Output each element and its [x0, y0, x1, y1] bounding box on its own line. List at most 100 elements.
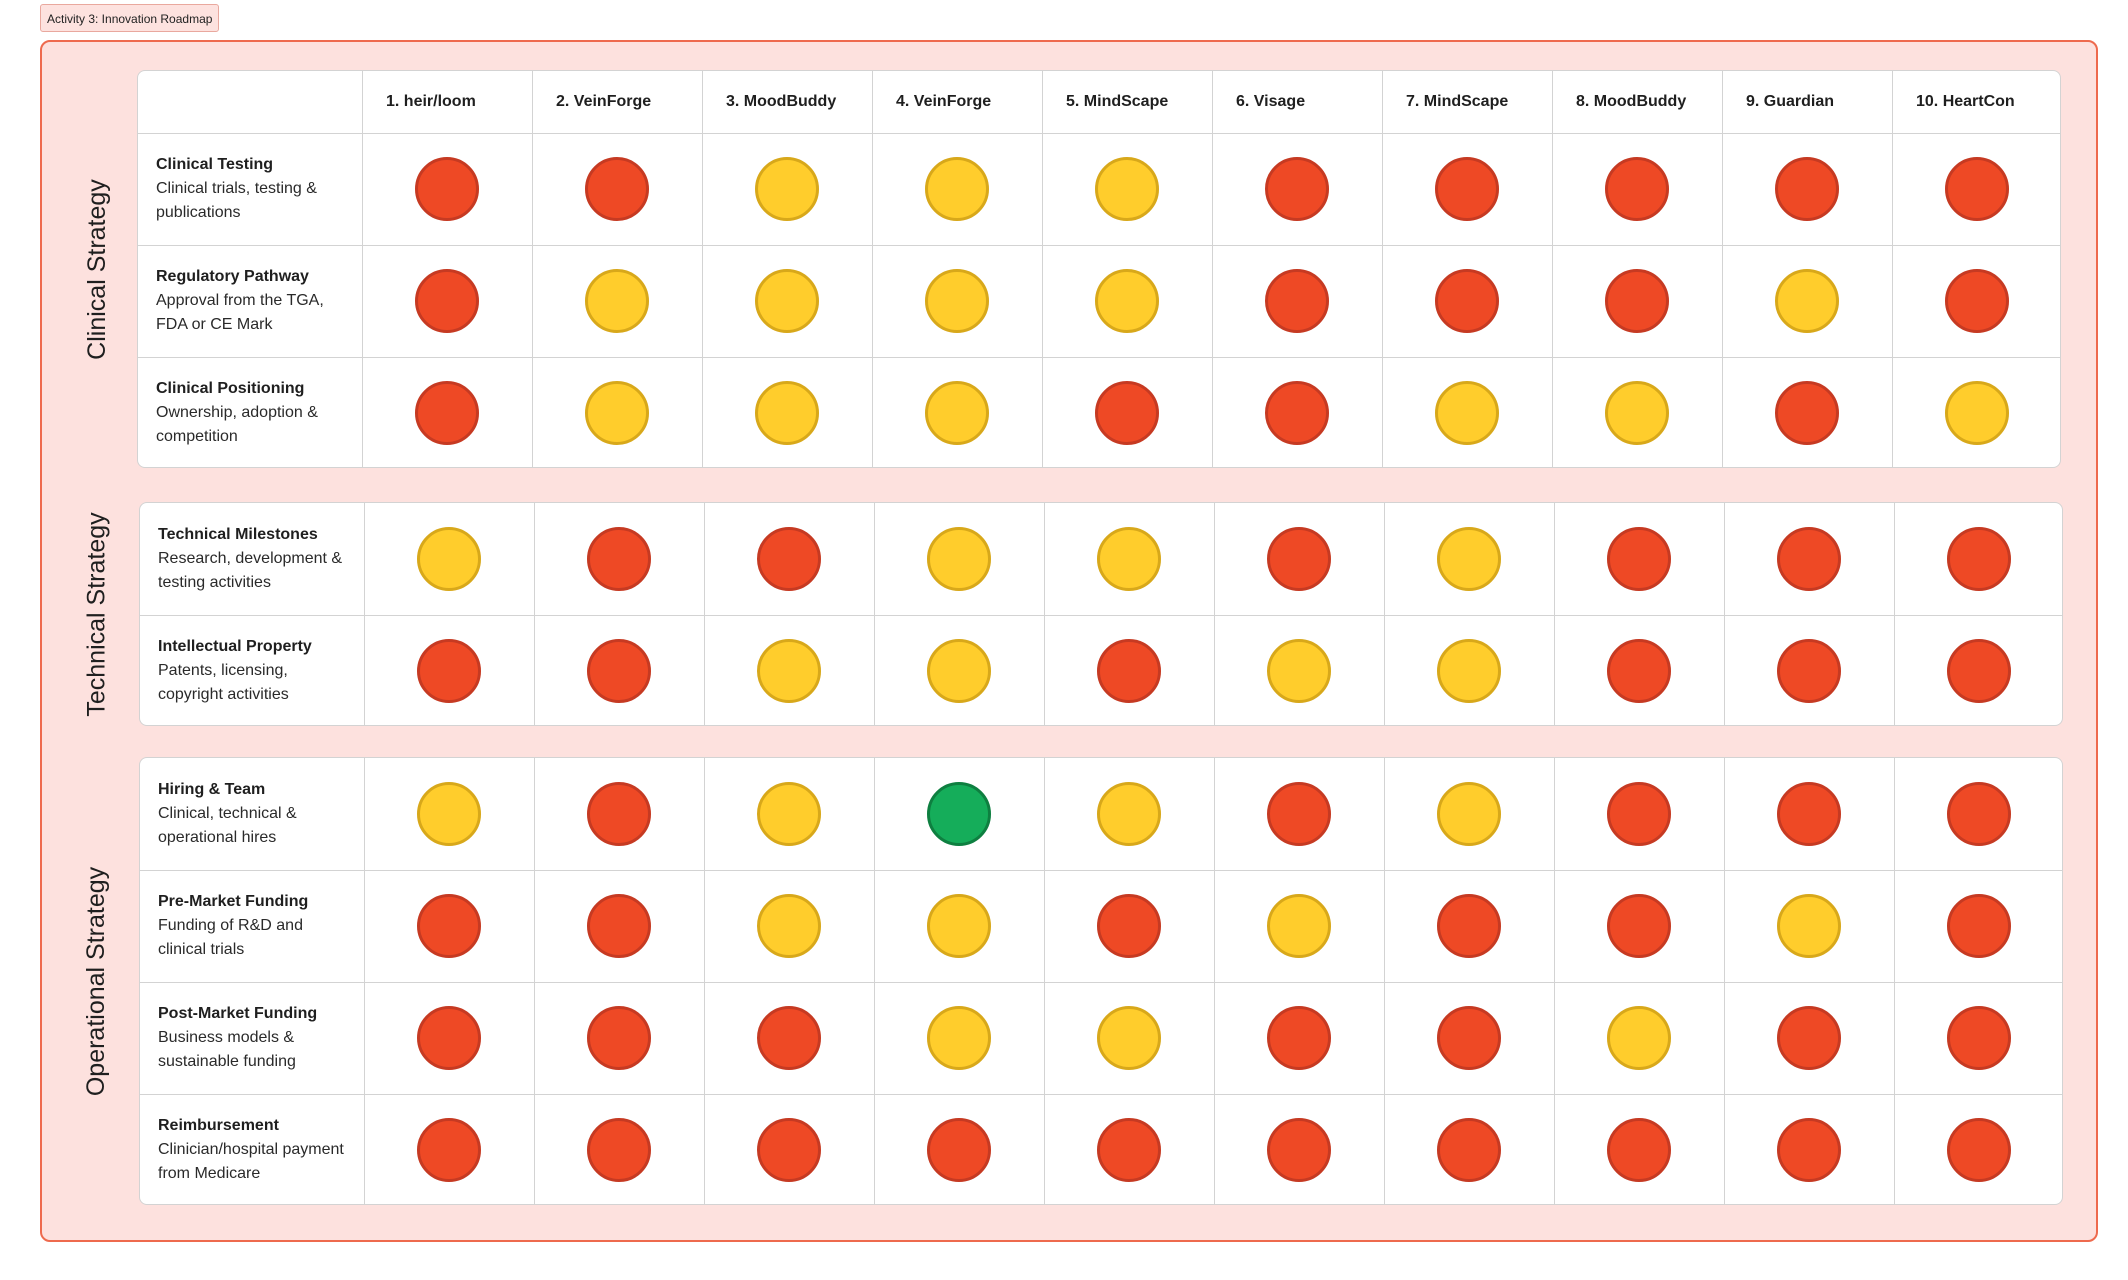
status-cell[interactable] [534, 1094, 704, 1204]
status-dot-red[interactable] [1947, 639, 2011, 703]
status-cell[interactable] [532, 357, 702, 467]
status-dot-red[interactable] [1267, 1006, 1331, 1070]
column-header[interactable]: 3. MoodBuddy [702, 71, 872, 133]
status-dot-yellow[interactable] [927, 894, 991, 958]
status-dot-red[interactable] [1437, 1118, 1501, 1182]
status-cell[interactable] [1214, 503, 1384, 615]
status-dot-yellow[interactable] [1097, 1006, 1161, 1070]
status-cell[interactable] [874, 870, 1044, 982]
status-dot-yellow[interactable] [417, 782, 481, 846]
frame-label[interactable]: Activity 3: Innovation Roadmap [40, 4, 220, 32]
column-header[interactable]: 8. MoodBuddy [1552, 71, 1722, 133]
status-dot-yellow[interactable] [585, 381, 649, 445]
status-dot-yellow[interactable] [1437, 639, 1501, 703]
status-cell[interactable] [872, 245, 1042, 357]
status-dot-yellow[interactable] [1097, 782, 1161, 846]
status-dot-red[interactable] [1265, 381, 1329, 445]
status-cell[interactable] [1892, 245, 2060, 357]
status-dot-red[interactable] [1267, 527, 1331, 591]
status-cell[interactable] [1724, 1094, 1894, 1204]
status-dot-red[interactable] [1607, 1118, 1671, 1182]
status-dot-red[interactable] [1607, 639, 1671, 703]
status-dot-red[interactable] [927, 1118, 991, 1182]
status-dot-red[interactable] [1097, 1118, 1161, 1182]
status-cell[interactable] [872, 133, 1042, 245]
status-cell[interactable] [1892, 133, 2060, 245]
status-cell[interactable] [872, 357, 1042, 467]
status-dot-yellow[interactable] [417, 527, 481, 591]
status-cell[interactable] [1214, 615, 1384, 725]
status-cell[interactable] [1212, 133, 1382, 245]
status-cell[interactable] [1384, 758, 1554, 870]
status-cell[interactable] [1042, 133, 1212, 245]
status-cell[interactable] [532, 133, 702, 245]
status-cell[interactable] [704, 870, 874, 982]
status-cell[interactable] [364, 982, 534, 1094]
status-cell[interactable] [1382, 133, 1552, 245]
status-dot-yellow[interactable] [585, 269, 649, 333]
status-cell[interactable] [1214, 758, 1384, 870]
status-dot-red[interactable] [1097, 894, 1161, 958]
status-cell[interactable] [1044, 870, 1214, 982]
status-dot-red[interactable] [1777, 1006, 1841, 1070]
status-dot-red[interactable] [1777, 1118, 1841, 1182]
status-cell[interactable] [1894, 982, 2062, 1094]
status-cell[interactable] [1212, 357, 1382, 467]
status-dot-red[interactable] [1267, 1118, 1331, 1182]
status-cell[interactable] [702, 133, 872, 245]
status-cell[interactable] [534, 870, 704, 982]
status-cell[interactable] [1384, 615, 1554, 725]
status-dot-red[interactable] [1775, 157, 1839, 221]
status-cell[interactable] [364, 1094, 534, 1204]
status-cell[interactable] [1214, 870, 1384, 982]
status-dot-red[interactable] [587, 1006, 651, 1070]
status-cell[interactable] [1894, 870, 2062, 982]
status-cell[interactable] [874, 758, 1044, 870]
status-cell[interactable] [1894, 615, 2062, 725]
status-cell[interactable] [1554, 982, 1724, 1094]
status-dot-red[interactable] [1947, 527, 2011, 591]
status-cell[interactable] [1552, 133, 1722, 245]
status-dot-red[interactable] [1945, 157, 2009, 221]
status-dot-yellow[interactable] [1607, 1006, 1671, 1070]
status-dot-red[interactable] [1607, 894, 1671, 958]
status-dot-yellow[interactable] [1945, 381, 2009, 445]
status-dot-yellow[interactable] [1435, 381, 1499, 445]
status-cell[interactable] [702, 245, 872, 357]
status-dot-red[interactable] [1947, 894, 2011, 958]
status-cell[interactable] [704, 615, 874, 725]
column-header[interactable]: 9. Guardian [1722, 71, 1892, 133]
status-cell[interactable] [362, 245, 532, 357]
status-dot-yellow[interactable] [757, 894, 821, 958]
status-cell[interactable] [532, 245, 702, 357]
status-dot-red[interactable] [1947, 1006, 2011, 1070]
status-dot-red[interactable] [417, 894, 481, 958]
status-cell[interactable] [1554, 503, 1724, 615]
status-dot-red[interactable] [757, 527, 821, 591]
status-dot-red[interactable] [1605, 269, 1669, 333]
status-dot-red[interactable] [1095, 381, 1159, 445]
status-dot-red[interactable] [1437, 1006, 1501, 1070]
status-dot-red[interactable] [587, 894, 651, 958]
status-cell[interactable] [1554, 870, 1724, 982]
status-cell[interactable] [1212, 245, 1382, 357]
status-dot-yellow[interactable] [755, 269, 819, 333]
status-dot-red[interactable] [757, 1006, 821, 1070]
status-cell[interactable] [534, 615, 704, 725]
status-cell[interactable] [1042, 357, 1212, 467]
status-cell[interactable] [704, 503, 874, 615]
status-cell[interactable] [1722, 133, 1892, 245]
status-dot-red[interactable] [587, 782, 651, 846]
status-cell[interactable] [704, 758, 874, 870]
status-dot-red[interactable] [1435, 269, 1499, 333]
status-dot-yellow[interactable] [1775, 269, 1839, 333]
status-cell[interactable] [1384, 870, 1554, 982]
status-dot-yellow[interactable] [927, 1006, 991, 1070]
status-dot-red[interactable] [1947, 782, 2011, 846]
status-cell[interactable] [874, 1094, 1044, 1204]
status-dot-yellow[interactable] [1095, 269, 1159, 333]
status-cell[interactable] [1044, 615, 1214, 725]
status-cell[interactable] [1722, 357, 1892, 467]
column-header[interactable]: 2. VeinForge [532, 71, 702, 133]
column-header[interactable]: 4. VeinForge [872, 71, 1042, 133]
